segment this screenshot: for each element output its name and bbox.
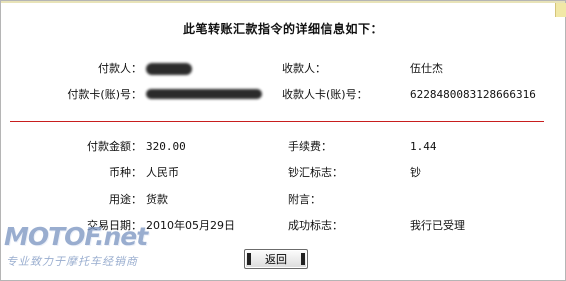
section-divider xyxy=(10,121,544,122)
watermark-tagline: 专业致力于摩托车经销商 xyxy=(6,255,138,268)
payee-name-label: 收款人： xyxy=(282,62,326,75)
currency-label: 币种： xyxy=(109,166,142,179)
payer-account-label: 付款卡(账)号： xyxy=(67,88,142,101)
payer-name-redacted xyxy=(146,63,192,75)
payer-name-label: 付款人： xyxy=(98,62,142,75)
note-label: 附言： xyxy=(288,193,321,206)
back-button-label: 返回 xyxy=(265,253,287,266)
purpose-label: 用途： xyxy=(109,193,142,206)
payee-account-label: 收款人卡(账)号： xyxy=(282,88,368,101)
button-left-cap xyxy=(247,253,251,265)
date-value: 2010年05月29日 xyxy=(146,219,235,232)
watermark-logo: MOTOF.net xyxy=(4,222,148,251)
purpose-value: 货款 xyxy=(146,193,168,206)
page-title: 此笔转账汇款指令的详细信息如下： xyxy=(182,22,383,36)
corner-mark xyxy=(555,3,566,17)
status-label: 成功标志： xyxy=(288,219,343,232)
fee-label: 手续费： xyxy=(288,140,332,153)
button-right-cap xyxy=(301,253,305,265)
fee-value: 1.44 xyxy=(410,140,437,153)
payee-account-value: 6228480083128666316 xyxy=(410,88,536,101)
cash-flag-value: 钞 xyxy=(410,166,421,179)
top-strip xyxy=(1,1,565,3)
amount-value: 320.00 xyxy=(146,140,186,153)
payee-name-value: 伍仕杰 xyxy=(410,62,443,75)
currency-value: 人民币 xyxy=(146,166,179,179)
back-button[interactable]: 返回 xyxy=(244,249,308,269)
payer-account-redacted xyxy=(146,89,262,99)
amount-label: 付款金额： xyxy=(87,140,142,153)
cash-flag-label: 钞汇标志： xyxy=(288,166,343,179)
status-value: 我行已受理 xyxy=(410,219,465,232)
